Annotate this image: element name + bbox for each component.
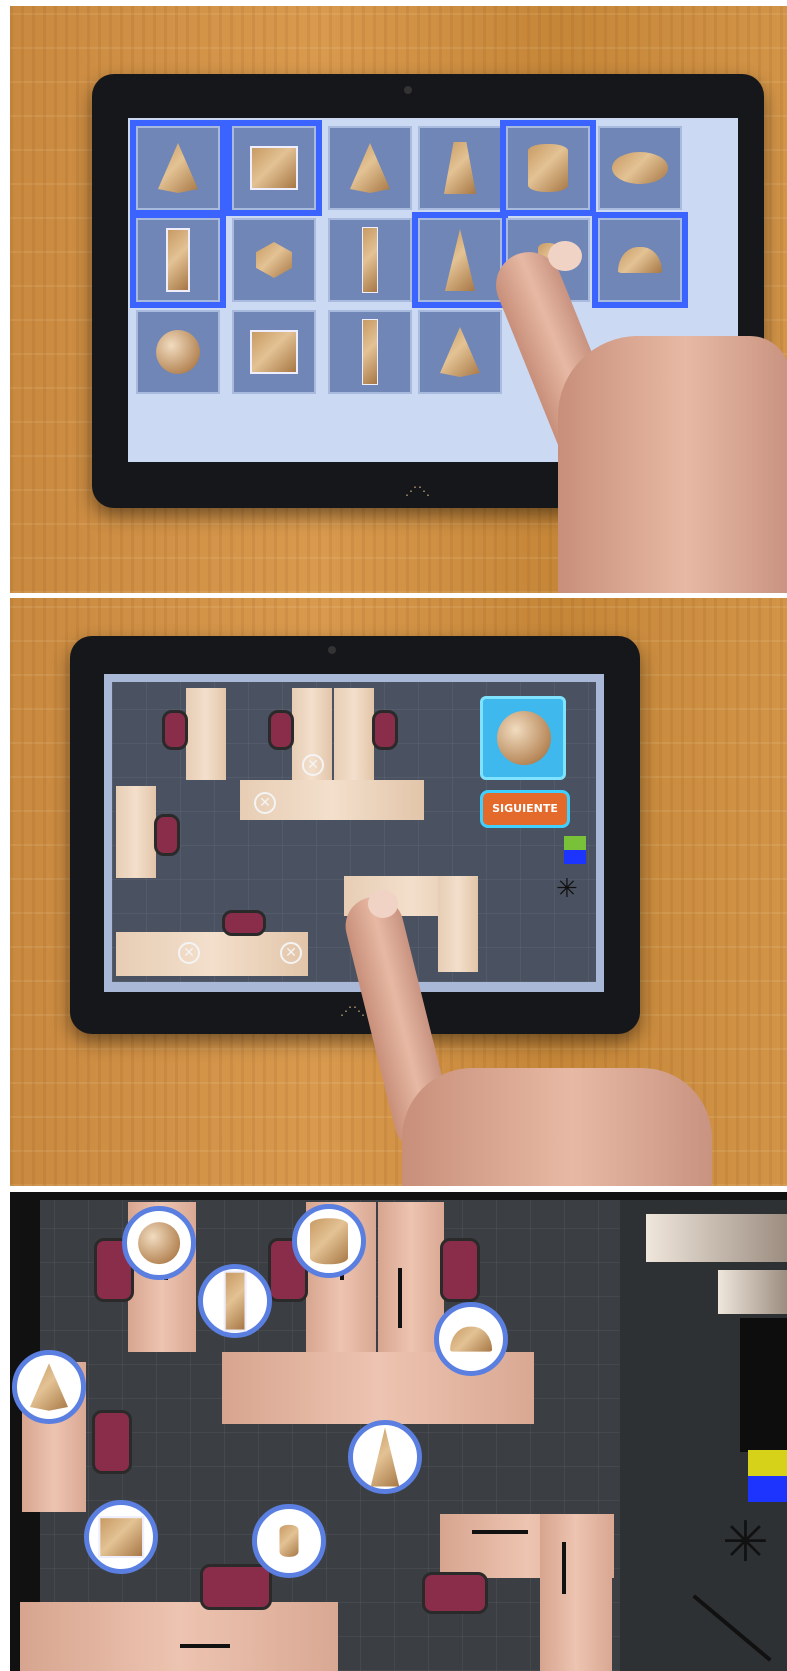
desk (540, 1514, 612, 1671)
cone-icon (158, 143, 198, 193)
camera-icon (328, 646, 336, 654)
desk (334, 688, 374, 780)
shape-tile-triangular-prism[interactable] (328, 310, 412, 394)
placed-object-sphere[interactable] (122, 1206, 196, 1280)
chair (422, 1572, 488, 1614)
cabinet (718, 1270, 787, 1314)
hemisphere-icon (618, 247, 662, 273)
placed-object-cone[interactable] (12, 1350, 86, 1424)
shape-tile-hemisphere[interactable] (598, 218, 682, 302)
shape-tile-sphere[interactable] (136, 310, 220, 394)
hand (558, 336, 787, 593)
placed-object-cube[interactable] (84, 1500, 158, 1574)
chair (372, 710, 398, 750)
shape-tile-ellipsoid[interactable] (598, 126, 682, 210)
placed-object-cylinder[interactable] (292, 1204, 366, 1278)
sphere-icon (497, 711, 551, 765)
drop-target-icon[interactable]: ✕ (254, 792, 276, 814)
placed-object-small-cylinder[interactable] (252, 1504, 326, 1578)
office-placement-result: ✳ (10, 1192, 787, 1671)
cable (472, 1530, 528, 1534)
shape-tile-rectangular-prism[interactable] (136, 218, 220, 302)
color-swatch-green (564, 836, 586, 850)
cone-icon (30, 1363, 68, 1411)
chair (440, 1238, 480, 1302)
tall-pyramid-icon (445, 229, 475, 291)
chair (162, 710, 188, 750)
placed-object-rectangular-prism[interactable] (198, 1264, 272, 1338)
pillar (740, 1318, 787, 1452)
chair (92, 1410, 132, 1474)
color-swatch-blue (748, 1476, 787, 1502)
cabinet (646, 1214, 787, 1262)
chair (154, 814, 180, 856)
shape-tile-cube[interactable] (232, 126, 316, 210)
ellipsoid-icon (612, 152, 668, 184)
next-button[interactable]: SIGUIENTE (480, 790, 570, 828)
plant-icon: ✳ (722, 1510, 769, 1575)
triangular-prism-icon (362, 319, 378, 385)
desk (438, 876, 478, 972)
oblique-cone-icon (350, 143, 390, 193)
home-indicator-icon: ⋰⋱ (405, 484, 431, 498)
rectangular-prism-icon (166, 228, 190, 292)
plant-icon: ✳ (556, 874, 578, 904)
drop-target-icon[interactable]: ✕ (178, 942, 200, 964)
fingernail (548, 241, 582, 271)
hemisphere-icon (450, 1326, 492, 1352)
shape-tile-leaning-cone[interactable] (418, 310, 502, 394)
shape-tile-oblique-cone[interactable] (328, 126, 412, 210)
truncated-pyramid-icon (444, 142, 476, 194)
desk (116, 786, 156, 878)
chair (200, 1564, 272, 1610)
cylinder-icon (310, 1218, 348, 1264)
shape-tile-truncated-pyramid[interactable] (418, 126, 502, 210)
icosahedron-icon (256, 242, 292, 278)
cable (398, 1268, 402, 1328)
shape-tile-icosahedron[interactable] (232, 218, 316, 302)
small-cylinder-icon (279, 1524, 299, 1558)
hand (402, 1068, 712, 1186)
camera-icon (404, 86, 412, 94)
chair (222, 910, 266, 936)
color-swatch-yellow (748, 1450, 787, 1476)
cube-icon (98, 1516, 144, 1558)
shape-tile-tall-pentagonal-prism[interactable] (328, 218, 412, 302)
pyramid-icon (370, 1427, 400, 1487)
sphere-icon (156, 330, 200, 374)
shape-tile-cone[interactable] (136, 126, 220, 210)
box-icon (250, 330, 298, 374)
tablet-frame: ✕ ✕ ✕ ✕ SIGUIENTE ✳ ⋰⋱ (70, 636, 640, 1034)
shape-tile-tall-pyramid[interactable] (418, 218, 502, 302)
drop-target-icon[interactable]: ✕ (280, 942, 302, 964)
home-indicator-icon: ⋰⋱ (340, 1004, 366, 1018)
cube-icon (250, 146, 298, 190)
color-swatch-blue (564, 850, 586, 864)
cable (562, 1542, 566, 1594)
chair (268, 710, 294, 750)
photo-office-placement: ✕ ✕ ✕ ✕ SIGUIENTE ✳ ⋰⋱ (10, 598, 787, 1186)
wall (10, 1192, 787, 1200)
placed-object-pyramid[interactable] (348, 1420, 422, 1494)
shape-tile-cylinder[interactable] (506, 126, 590, 210)
desk (186, 688, 226, 780)
wall-line (692, 1594, 772, 1662)
cable (180, 1644, 230, 1648)
sphere-icon (138, 1222, 180, 1264)
current-object-card[interactable] (480, 696, 566, 780)
cylinder-icon (528, 144, 568, 192)
desk (20, 1602, 338, 1671)
tall-pentagonal-prism-icon (362, 227, 378, 293)
photo-shape-selection: ⋰⋱ (10, 6, 787, 593)
drop-target-icon[interactable]: ✕ (302, 754, 324, 776)
placed-object-hemisphere[interactable] (434, 1302, 508, 1376)
leaning-cone-icon (440, 327, 480, 377)
rectangular-prism-icon (223, 1270, 247, 1332)
fingernail (368, 890, 398, 918)
shape-tile-box[interactable] (232, 310, 316, 394)
